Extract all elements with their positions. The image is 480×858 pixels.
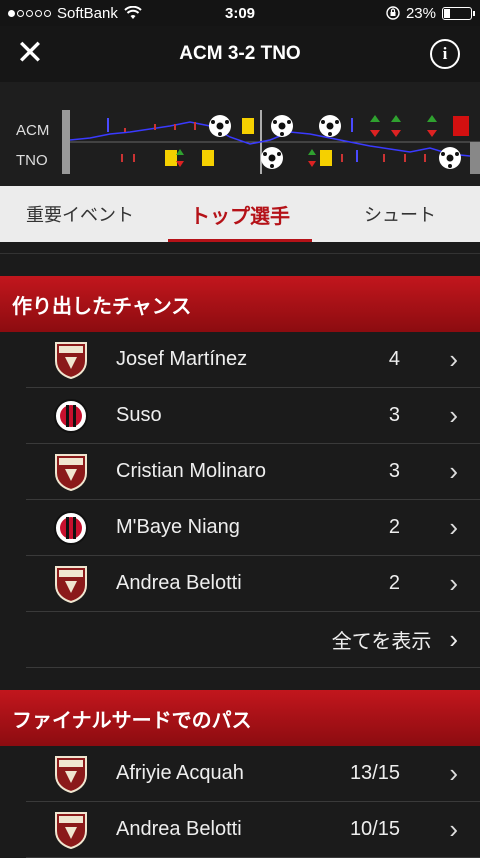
player-row[interactable]: Andrea Belotti 2 › — [26, 556, 480, 612]
substitution-icon — [176, 149, 184, 167]
chevron-right-icon: › — [449, 568, 458, 598]
player-name: Cristian Molinaro — [116, 460, 267, 482]
carrier-label: SoftBank — [57, 4, 118, 22]
close-icon[interactable]: ✕ — [14, 36, 46, 70]
tab-key-events[interactable]: 重要イベント — [0, 186, 160, 242]
wifi-icon — [124, 6, 142, 19]
substitution-icon — [427, 115, 437, 137]
tab-bar: 重要イベント トップ選手 シュート — [0, 186, 480, 242]
torino-crest-icon — [55, 755, 87, 793]
match-timeline[interactable]: ACM TNO — [0, 82, 480, 186]
player-stat: 10/15 — [349, 818, 400, 840]
match-header: ✕ ACM 3-2 TNO i — [0, 26, 480, 82]
yellow-card-icon — [320, 150, 332, 166]
final-third-list: Afriyie Acquah 13/15 › Andrea Belotti 10… — [0, 746, 480, 858]
player-name: Afriyie Acquah — [116, 762, 244, 784]
chevron-right-icon: › — [449, 344, 458, 374]
status-left: SoftBank — [8, 5, 142, 22]
player-row[interactable]: Cristian Molinaro 3 › — [26, 444, 480, 500]
chevron-right-icon: › — [449, 456, 458, 486]
section-title-final-third-passes: ファイナルサードでのパス — [0, 690, 480, 746]
battery-level — [444, 8, 450, 18]
torino-crest-icon — [55, 453, 87, 491]
player-stat: 13/15 — [349, 762, 400, 784]
player-row[interactable]: Suso 3 › — [26, 388, 480, 444]
player-stat: 2 — [388, 516, 400, 538]
player-name: Andrea Belotti — [116, 572, 242, 594]
red-card-icon — [453, 116, 469, 136]
section-title-chances: 作り出したチャンス — [0, 276, 480, 332]
player-stat: 2 — [388, 572, 400, 594]
milan-crest-icon — [54, 398, 88, 433]
show-all-button[interactable]: 全てを表示 › — [26, 612, 480, 668]
substitution-icon — [308, 149, 316, 167]
chevron-right-icon: › — [449, 624, 458, 654]
player-stat: 4 — [388, 348, 400, 370]
player-name: Suso — [116, 404, 162, 426]
yellow-card-icon — [242, 118, 254, 134]
ball-icon — [261, 147, 283, 169]
player-name: Andrea Belotti — [116, 818, 242, 840]
tab-shots[interactable]: シュート — [320, 186, 480, 242]
stats-content[interactable]: 作り出したチャンス Josef Martínez 4 › Suso 3 › Cr… — [0, 242, 480, 858]
ball-icon — [319, 115, 341, 137]
substitution-icon — [391, 115, 401, 137]
player-row[interactable]: Andrea Belotti 10/15 › — [26, 802, 480, 858]
yellow-card-icon — [202, 150, 214, 166]
match-title: ACM 3-2 TNO — [179, 43, 301, 64]
chevron-right-icon: › — [449, 400, 458, 430]
player-row[interactable]: M'Baye Niang 2 › — [26, 500, 480, 556]
torino-crest-icon — [55, 341, 87, 379]
player-name: Josef Martínez — [116, 348, 248, 370]
yellow-card-icon — [165, 150, 177, 166]
timeline-right-handle — [470, 142, 480, 174]
ball-icon — [209, 115, 231, 137]
signal-icon — [8, 9, 51, 17]
battery-icon — [442, 6, 475, 20]
milan-crest-icon — [54, 510, 88, 545]
torino-crest-icon — [55, 565, 87, 603]
chances-list: Josef Martínez 4 › Suso 3 › Cristian Mol… — [0, 332, 480, 668]
player-stat: 3 — [388, 404, 400, 426]
player-row[interactable]: Afriyie Acquah 13/15 › — [26, 746, 480, 802]
player-stat: 3 — [388, 460, 400, 482]
timeline-graph — [62, 110, 480, 174]
timeline-left-handle — [62, 110, 70, 174]
chevron-right-icon: › — [449, 758, 458, 788]
divider — [0, 242, 480, 254]
tab-top-players[interactable]: トップ選手 — [160, 186, 320, 242]
battery-percent: 23% — [405, 4, 436, 22]
ball-icon — [271, 115, 293, 137]
player-row[interactable]: Josef Martínez 4 › — [26, 332, 480, 388]
chevron-right-icon: › — [449, 512, 458, 542]
info-icon[interactable]: i — [430, 39, 460, 69]
ball-icon — [439, 147, 461, 169]
player-name: M'Baye Niang — [116, 516, 240, 538]
status-right: 23% — [386, 4, 475, 22]
chevron-right-icon: › — [449, 814, 458, 844]
torino-crest-icon — [55, 811, 87, 849]
status-bar: SoftBank 3:09 23% — [0, 0, 480, 26]
substitution-icon — [370, 115, 380, 137]
orientation-lock-icon — [386, 6, 400, 20]
show-all-label: 全てを表示 — [331, 631, 432, 653]
